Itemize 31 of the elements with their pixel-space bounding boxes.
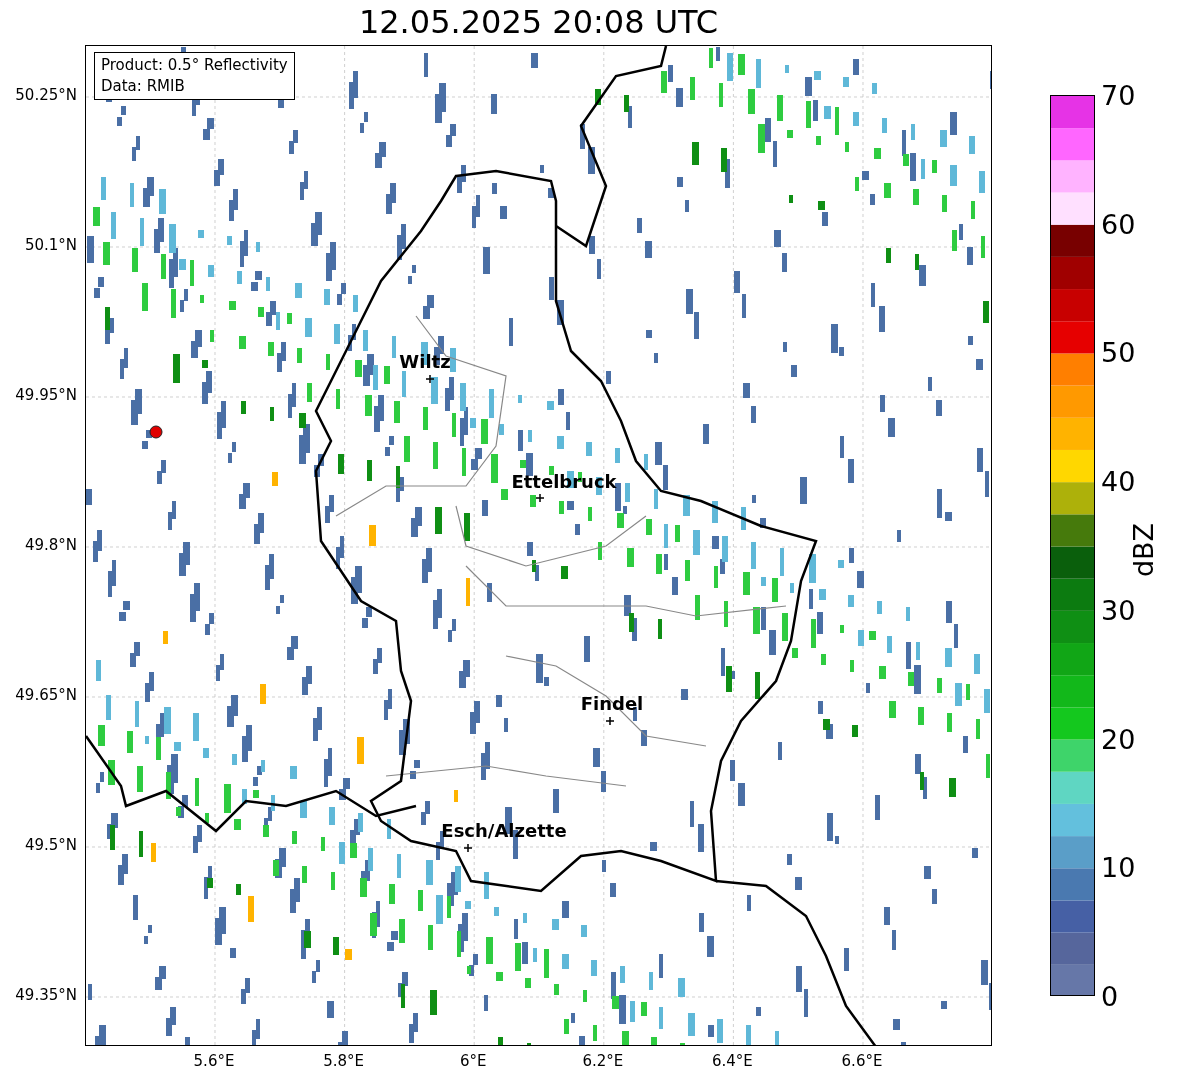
longitude-tick-label: 6°E	[459, 1052, 487, 1070]
latitude-tick-label: 49.95°N	[15, 386, 77, 404]
longitude-tick-label: 5.6°E	[193, 1052, 235, 1070]
city-label: Wiltz	[399, 351, 451, 372]
scale-tick-label: 30	[1101, 594, 1136, 626]
scale-tick-label: 10	[1101, 851, 1136, 883]
scale-tick-label: 20	[1101, 723, 1136, 755]
info-text: Product: 0.5° Reflectivity	[101, 55, 288, 76]
latitude-tick-label: 49.35°N	[15, 986, 77, 1004]
latitude-tick-label: 49.5°N	[24, 836, 77, 854]
plus-marker-icon	[606, 717, 614, 725]
plus-marker-icon	[426, 375, 434, 383]
city-label: Findel	[580, 693, 644, 714]
latitude-tick-label: 50.25°N	[15, 86, 77, 104]
scale-tick-label: 70	[1101, 79, 1136, 111]
scale-tick-label: 50	[1101, 336, 1136, 368]
longitude-tick-label: 6.2°E	[582, 1052, 624, 1070]
longitude-tick-label: 6.4°E	[711, 1052, 753, 1070]
latitude-tick-label: 50.1°N	[24, 236, 77, 254]
scale-tick-label: 40	[1101, 465, 1136, 497]
longitude-tick-label: 5.8°E	[323, 1052, 364, 1070]
scale-tick-label: 0	[1101, 980, 1119, 1012]
latitude-tick-label: 49.65°N	[15, 686, 77, 704]
unit-label: dBZ	[1127, 522, 1159, 578]
longitude-tick-label: 6.6°E	[841, 1052, 883, 1070]
plus-marker-icon	[464, 844, 472, 852]
latitude-tick-label: 49.8°N	[24, 536, 77, 554]
plus-marker-icon	[536, 494, 544, 502]
scale-tick-label: 60	[1101, 208, 1136, 240]
info-text: Data: RMIB	[101, 76, 186, 97]
chart-title: 12.05.2025 20:08 UTC	[357, 2, 720, 43]
